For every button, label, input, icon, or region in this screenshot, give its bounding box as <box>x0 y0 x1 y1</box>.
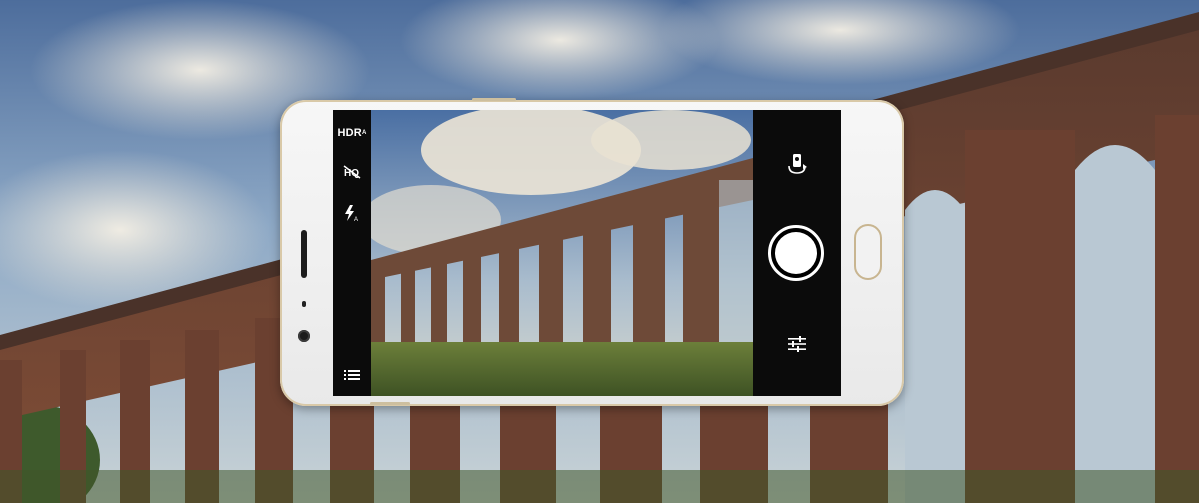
home-button[interactable] <box>854 224 882 280</box>
camera-screen: HDR A HQ A <box>333 110 841 396</box>
hdr-label: HDR <box>337 127 362 139</box>
tune-sliders-icon[interactable] <box>787 335 807 353</box>
phone-device: HDR A HQ A <box>280 98 904 406</box>
camera-viewfinder[interactable] <box>371 110 753 396</box>
shutter-button[interactable] <box>768 225 824 281</box>
front-camera <box>298 330 310 342</box>
power-button <box>472 98 516 101</box>
camera-left-toolbar: HDR A HQ A <box>333 110 371 396</box>
menu-list-icon[interactable] <box>343 368 361 382</box>
volume-button <box>370 402 410 405</box>
flash-auto-icon[interactable]: A <box>343 204 361 222</box>
proximity-sensor <box>302 301 306 307</box>
hdr-auto-icon[interactable]: HDR A <box>337 126 367 140</box>
hdr-sub-label: A <box>361 130 367 136</box>
switch-camera-icon[interactable] <box>786 152 808 176</box>
svg-text:A: A <box>354 217 358 222</box>
hq-off-icon[interactable]: HQ <box>342 164 362 180</box>
earpiece-speaker <box>301 230 307 278</box>
svg-text:HQ: HQ <box>344 168 359 179</box>
shutter-inner <box>775 232 817 274</box>
